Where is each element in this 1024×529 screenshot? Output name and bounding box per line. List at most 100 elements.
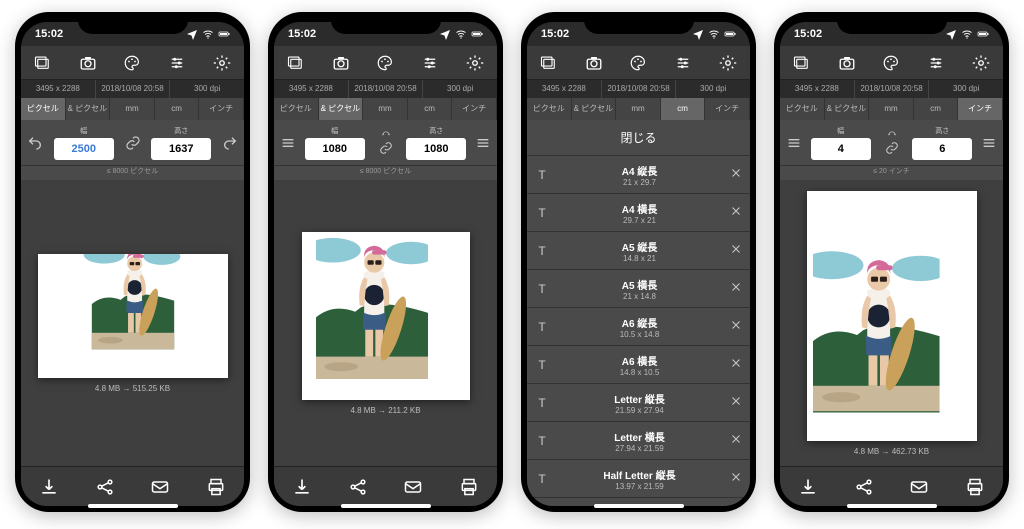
adjust-button[interactable] xyxy=(914,54,959,72)
print-button[interactable] xyxy=(947,477,1003,497)
gallery-button[interactable] xyxy=(780,54,825,72)
share-button[interactable] xyxy=(77,477,133,497)
status-time: 15:02 xyxy=(35,28,63,40)
mail-button[interactable] xyxy=(133,477,189,497)
link-toggle[interactable] xyxy=(125,135,141,151)
meta-dimensions: 3495 x 2288 xyxy=(527,80,602,98)
settings-button[interactable] xyxy=(452,54,497,72)
photo-preview[interactable] xyxy=(807,191,977,441)
width-input[interactable]: 4 xyxy=(811,138,871,160)
unit-tab-cm[interactable]: cm xyxy=(155,98,200,120)
preset-row[interactable]: TA5 横長21 x 14.8 xyxy=(527,270,750,308)
download-button[interactable] xyxy=(274,477,330,497)
swap-icon[interactable] xyxy=(376,131,396,141)
delete-preset-button[interactable] xyxy=(730,394,742,412)
delete-preset-button[interactable] xyxy=(730,356,742,374)
redo-button[interactable] xyxy=(222,135,238,151)
mail-button[interactable] xyxy=(892,477,948,497)
unit-tab-cm[interactable]: cm xyxy=(914,98,959,120)
delete-preset-button[interactable] xyxy=(730,166,742,184)
adjust-button[interactable] xyxy=(661,54,706,72)
width-input[interactable]: 1080 xyxy=(305,138,365,160)
print-button[interactable] xyxy=(441,477,497,497)
unit-tab-mm[interactable]: mm xyxy=(363,98,408,120)
unit-tab-andpixel[interactable]: & ピクセル xyxy=(319,98,364,120)
preset-row[interactable]: TA5 縦長14.8 x 21 xyxy=(527,232,750,270)
unit-tab-mm[interactable]: mm xyxy=(869,98,914,120)
camera-button[interactable] xyxy=(572,54,617,72)
gallery-button[interactable] xyxy=(274,54,319,72)
close-button[interactable]: 閉じる xyxy=(527,120,750,156)
unit-tab-pixel[interactable]: ピクセル xyxy=(527,98,572,120)
palette-button[interactable] xyxy=(616,54,661,72)
settings-button[interactable] xyxy=(958,54,1003,72)
unit-tab-pixel[interactable]: ピクセル xyxy=(780,98,825,120)
camera-button[interactable] xyxy=(66,54,111,72)
unit-tab-inch[interactable]: インチ xyxy=(705,98,750,120)
settings-button[interactable] xyxy=(705,54,750,72)
preset-list-button[interactable] xyxy=(475,135,491,151)
palette-button[interactable] xyxy=(363,54,408,72)
unit-tab-inch[interactable]: インチ xyxy=(452,98,497,120)
palette-button[interactable] xyxy=(110,54,155,72)
link-toggle[interactable] xyxy=(885,141,899,155)
unit-tab-pixel[interactable]: ピクセル xyxy=(21,98,66,120)
height-input[interactable]: 6 xyxy=(912,138,972,160)
unit-tab-andpixel[interactable]: & ピクセル xyxy=(66,98,111,120)
preset-list[interactable]: TA4 縦長21 x 29.7TA4 横長29.7 x 21TA5 縦長14.8… xyxy=(527,156,750,506)
unit-tab-inch[interactable]: インチ xyxy=(958,98,1003,120)
notch xyxy=(78,12,188,34)
preset-row[interactable]: TLetter 横長27.94 x 21.59 xyxy=(527,422,750,460)
height-input[interactable]: 1080 xyxy=(406,138,466,160)
phone-frame: 15:02 3495 x 2288 2018/10/08 20:58 300 d… xyxy=(15,12,250,512)
preset-row[interactable]: TA4 横長29.7 x 21 xyxy=(527,194,750,232)
unit-tab-mm[interactable]: mm xyxy=(616,98,661,120)
delete-preset-button[interactable] xyxy=(730,204,742,222)
photo-preview[interactable] xyxy=(302,232,470,400)
unit-tab-andpixel[interactable]: & ピクセル xyxy=(572,98,617,120)
adjust-button[interactable] xyxy=(408,54,453,72)
adjust-button[interactable] xyxy=(155,54,200,72)
download-button[interactable] xyxy=(21,477,77,497)
undo-button[interactable] xyxy=(27,135,43,151)
preset-row[interactable]: THalf Letter 縦長13.97 x 21.59 xyxy=(527,460,750,498)
preset-dims: 14.8 x 21 xyxy=(557,254,722,263)
preset-row[interactable]: TA4 縦長21 x 29.7 xyxy=(527,156,750,194)
mail-button[interactable] xyxy=(386,477,442,497)
unit-tab-andpixel[interactable]: & ピクセル xyxy=(825,98,870,120)
unit-tab-inch[interactable]: インチ xyxy=(199,98,244,120)
unit-tab-cm[interactable]: cm xyxy=(661,98,706,120)
gallery-button[interactable] xyxy=(21,54,66,72)
camera-button[interactable] xyxy=(825,54,870,72)
preset-list-button[interactable] xyxy=(786,135,802,151)
swap-icon[interactable] xyxy=(882,131,902,141)
share-button[interactable] xyxy=(330,477,386,497)
preset-list-button[interactable] xyxy=(280,135,296,151)
unit-tab-pixel[interactable]: ピクセル xyxy=(274,98,319,120)
unit-tab-mm[interactable]: mm xyxy=(110,98,155,120)
delete-preset-button[interactable] xyxy=(730,432,742,450)
preset-list-button[interactable] xyxy=(981,135,997,151)
width-input[interactable]: 2500 xyxy=(54,138,114,160)
preset-row[interactable]: TA6 横長14.8 x 10.5 xyxy=(527,346,750,384)
settings-button[interactable] xyxy=(199,54,244,72)
preset-dims: 27.94 x 21.59 xyxy=(557,444,722,453)
link-toggle[interactable] xyxy=(379,141,393,155)
height-input[interactable]: 1637 xyxy=(151,138,211,160)
close-icon xyxy=(730,471,742,483)
delete-preset-button[interactable] xyxy=(730,280,742,298)
delete-preset-button[interactable] xyxy=(730,470,742,488)
delete-preset-button[interactable] xyxy=(730,318,742,336)
preset-row[interactable]: TLetter 縦長21.59 x 27.94 xyxy=(527,384,750,422)
palette-button[interactable] xyxy=(869,54,914,72)
photo-preview[interactable] xyxy=(38,254,228,378)
delete-preset-button[interactable] xyxy=(730,242,742,260)
camera-button[interactable] xyxy=(319,54,364,72)
print-button[interactable] xyxy=(188,477,244,497)
gallery-button[interactable] xyxy=(527,54,572,72)
share-button[interactable] xyxy=(836,477,892,497)
download-button[interactable] xyxy=(780,477,836,497)
preset-name: A6 横長 xyxy=(557,353,722,368)
unit-tab-cm[interactable]: cm xyxy=(408,98,453,120)
preset-row[interactable]: TA6 縦長10.5 x 14.8 xyxy=(527,308,750,346)
